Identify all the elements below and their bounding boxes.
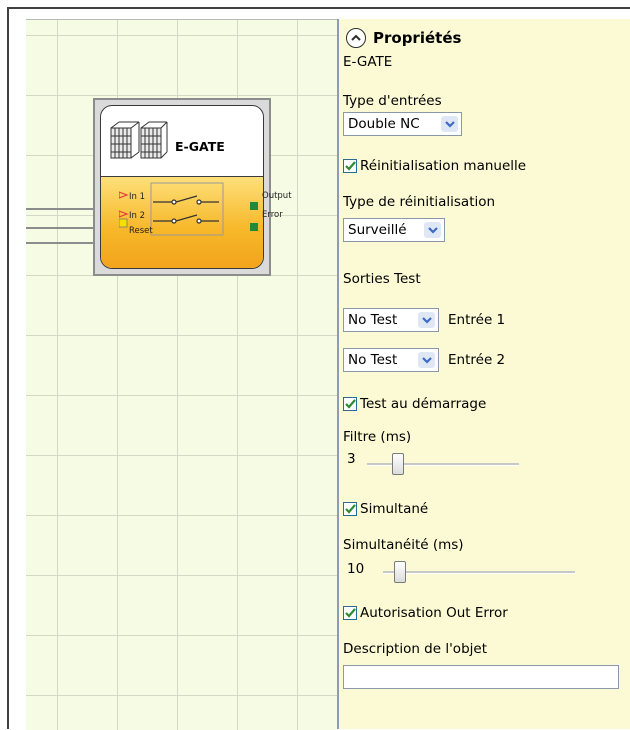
output-pin-label: Output xyxy=(262,191,292,201)
pin-label-in1: In 1 xyxy=(129,192,146,202)
e-gate-block[interactable]: E-GATE In 1 In 2 Reset xyxy=(100,105,264,269)
pin-label-reset: Reset xyxy=(129,226,153,236)
checkbox-checked-icon[interactable] xyxy=(343,159,357,173)
panel-subtitle: E-GATE xyxy=(343,54,393,70)
checkbox-checked-icon[interactable] xyxy=(343,606,357,620)
test-outputs-label: Sorties Test xyxy=(343,271,421,287)
e-gate-block-title: E-GATE xyxy=(175,139,225,154)
simultaneity-slider-track[interactable] xyxy=(383,571,575,574)
test-output-1-select[interactable]: No Test xyxy=(343,308,439,332)
test-output-2-label: Entrée 2 xyxy=(448,352,506,368)
in1-pin-icon xyxy=(119,191,129,199)
checkbox-checked-icon[interactable] xyxy=(343,502,357,516)
simultaneous-checkbox[interactable]: Simultané xyxy=(343,501,428,517)
panel-title: Propriétés xyxy=(373,29,462,47)
gate-icon xyxy=(110,121,168,159)
filter-slider-thumb[interactable] xyxy=(392,453,404,475)
filter-slider-track[interactable] xyxy=(367,463,519,466)
reset-pin-icon xyxy=(119,218,128,228)
pin-label-in2: In 2 xyxy=(129,211,146,221)
chevron-up-icon xyxy=(351,34,361,41)
test-output-2-select[interactable]: No Test xyxy=(343,348,439,372)
test-output-1-label: Entrée 1 xyxy=(448,312,506,328)
error-pin-icon[interactable] xyxy=(250,223,258,231)
manual-reset-checkbox[interactable]: Réinitialisation manuelle xyxy=(343,158,526,174)
chevron-down-icon[interactable] xyxy=(441,116,458,132)
test-output-1-value: No Test xyxy=(348,312,398,328)
simultaneity-value: 10 xyxy=(347,561,365,577)
checkbox-checked-icon[interactable] xyxy=(343,397,357,411)
properties-panel: Propriétés E-GATE Type d'entrées Double … xyxy=(339,19,630,729)
simultaneity-label: Simultanéité (ms) xyxy=(343,537,464,553)
reset-type-value: Surveillé xyxy=(348,222,407,238)
reset-type-label: Type de réinitialisation xyxy=(343,194,496,210)
input-type-select[interactable]: Double NC xyxy=(343,112,462,136)
simultaneity-slider-thumb[interactable] xyxy=(394,561,406,583)
manual-reset-label: Réinitialisation manuelle xyxy=(360,158,527,174)
test-output-2-value: No Test xyxy=(348,352,398,368)
out-error-label: Autorisation Out Error xyxy=(360,605,508,621)
filter-label: Filtre (ms) xyxy=(343,429,412,445)
in2-pin-icon xyxy=(119,210,129,218)
chevron-down-icon[interactable] xyxy=(418,352,435,368)
error-pin-label: Error xyxy=(262,210,283,220)
filter-value: 3 xyxy=(347,451,356,467)
output-pin-icon[interactable] xyxy=(250,202,258,210)
input-type-label: Type d'entrées xyxy=(343,93,442,109)
out-error-checkbox[interactable]: Autorisation Out Error xyxy=(343,605,508,621)
startup-test-label: Test au démarrage xyxy=(360,396,487,412)
collapse-panel-button[interactable] xyxy=(346,28,366,48)
chevron-down-icon[interactable] xyxy=(418,312,435,328)
reset-type-select[interactable]: Surveillé xyxy=(343,218,445,242)
startup-test-checkbox[interactable]: Test au démarrage xyxy=(343,396,486,412)
input-type-value: Double NC xyxy=(348,116,420,132)
description-label: Description de l'objet xyxy=(343,641,487,657)
simultaneous-label: Simultané xyxy=(360,501,429,517)
chevron-down-icon[interactable] xyxy=(424,222,441,238)
description-input[interactable] xyxy=(343,665,619,689)
